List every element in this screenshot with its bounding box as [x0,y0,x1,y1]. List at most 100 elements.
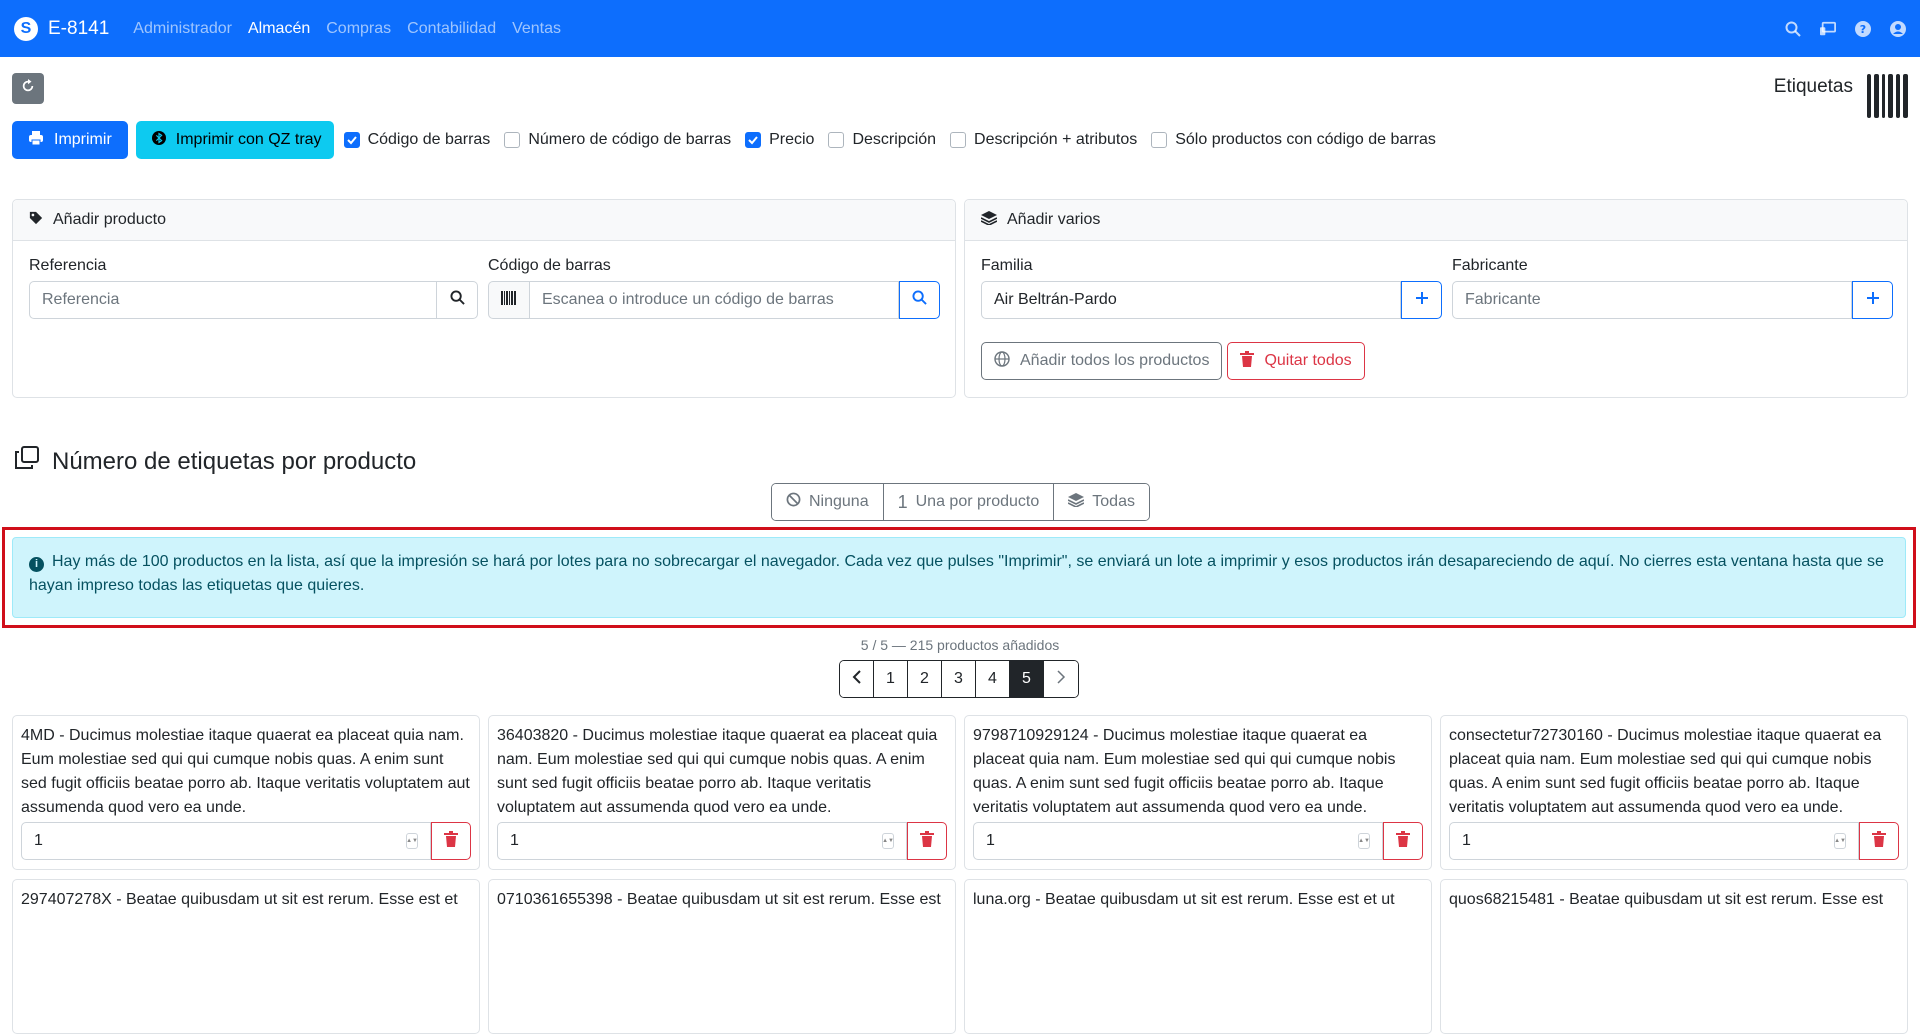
print-button[interactable]: Imprimir [12,121,128,159]
add-family-button[interactable] [1401,281,1442,319]
product-description: 297407278X - Beatae quibusdam ut sit est… [21,891,458,908]
page-5-button[interactable]: 5 [1010,661,1044,697]
ban-icon [786,492,801,512]
labels-all-button[interactable]: Todas [1054,484,1149,520]
printer-icon [28,130,44,151]
nav-item-compras[interactable]: Compras [326,20,391,38]
refresh-button[interactable] [12,73,44,104]
delete-product-button[interactable] [1383,822,1423,860]
product-description: quos68215481 - Beatae quibusdam ut sit e… [1449,891,1884,908]
next-page-button[interactable] [1044,661,1078,697]
highlighted-alert-frame: i Hay más de 100 productos en la lista, a… [2,527,1916,628]
remove-all-button[interactable]: Quitar todos [1227,342,1365,380]
labels-section-title: Número de etiquetas por producto [14,446,416,477]
product-card: consectetur72730160 - Ducimus molestiae … [1440,715,1908,870]
option-barcode[interactable]: Código de barras [343,131,491,149]
nav-item-contabilidad[interactable]: Contabilidad [407,20,496,38]
labels-all-label: Todas [1092,493,1135,510]
print-options-row: Imprimir Imprimir con QZ tray Código de … [12,121,1440,159]
spinner-icon[interactable]: ▲▼ [1834,833,1846,849]
checkbox-description[interactable] [828,132,845,148]
barcode-label: Código de barras [488,257,611,274]
brand-name: E-8141 [48,17,110,39]
help-icon[interactable]: ? [1855,20,1871,37]
page-header: Etiquetas [1774,74,1908,118]
product-description: 0710361655398 - Beatae quibusdam ut sit … [497,891,941,908]
add-many-title: Añadir varios [1007,211,1101,228]
spinner-icon[interactable]: ▲▼ [882,833,894,849]
option-only-with-barcode[interactable]: Sólo productos con código de barras [1151,131,1436,149]
checkbox-barcode-number[interactable] [504,132,521,148]
page-2-button[interactable]: 2 [908,661,942,697]
pagination: 1 2 3 4 5 [839,660,1079,698]
option-only-with-barcode-label: Sólo productos con código de barras [1175,131,1436,148]
spinner-icon[interactable]: ▲▼ [406,833,418,849]
reference-search-button[interactable] [437,281,478,319]
add-maker-button[interactable] [1852,281,1893,319]
option-barcode-number-label: Número de código de barras [528,131,732,148]
add-all-products-label: Añadir todos los productos [1020,352,1210,369]
search-icon [449,290,465,310]
nav-item-almacen[interactable]: Almacén [248,20,310,38]
checkbox-price[interactable] [745,132,762,148]
product-card: 0710361655398 - Beatae quibusdam ut sit … [488,879,956,1034]
refresh-icon [21,79,35,98]
checkbox-barcode[interactable] [343,132,360,148]
svg-text:?: ? [1860,23,1866,36]
option-price[interactable]: Precio [745,131,814,149]
labels-one-button[interactable]: 1 Una por producto [883,484,1055,520]
product-card: luna.org - Beatae quibusdam ut sit est r… [964,879,1432,1034]
option-barcode-label: Código de barras [367,131,491,148]
product-card: 36403820 - Ducimus molestiae itaque quae… [488,715,956,870]
quantity-input[interactable]: 1 ▲▼ [1449,822,1859,860]
option-description-attributes[interactable]: Descripción + atributos [950,131,1137,149]
page-4-button[interactable]: 4 [976,661,1010,697]
brand-logo-icon: S [14,16,38,41]
search-icon[interactable] [1785,21,1801,37]
one-icon: 1 [897,491,908,512]
checkbox-description-attributes[interactable] [950,132,967,148]
globe-icon [994,350,1010,372]
monitor-icon[interactable] [1820,21,1836,37]
plus-icon [1866,291,1880,310]
add-product-title: Añadir producto [53,211,166,228]
option-description[interactable]: Descripción [828,131,936,149]
qz-print-button[interactable]: Imprimir con QZ tray [135,121,334,159]
quantity-input[interactable]: 1 ▲▼ [497,822,907,860]
barcode-search-button[interactable] [899,281,940,319]
nav-item-ventas[interactable]: Ventas [512,20,561,38]
quantity-value: 1 [1462,832,1471,849]
page-3-button[interactable]: 3 [942,661,976,697]
chevron-right-icon [1056,669,1066,689]
delete-product-button[interactable] [431,822,471,860]
spinner-icon[interactable]: ▲▼ [1358,833,1370,849]
option-barcode-number[interactable]: Número de código de barras [504,131,731,149]
add-all-products-button[interactable]: Añadir todos los productos [981,342,1223,380]
labels-none-button[interactable]: Ninguna [772,484,884,520]
checkbox-only-with-barcode[interactable] [1151,132,1168,148]
family-select[interactable]: Air Beltrán-Pardo [981,281,1401,319]
copy-icon [14,446,40,477]
prev-page-button[interactable] [840,661,874,697]
reference-input[interactable]: Referencia [29,281,437,319]
page-1-button[interactable]: 1 [874,661,908,697]
qz-print-label: Imprimir con QZ tray [175,131,322,148]
option-price-label: Precio [769,131,815,148]
barcode-input[interactable]: Escanea o introduce un código de barras [529,281,899,319]
remove-all-label: Quitar todos [1264,352,1352,369]
product-card: 4MD - Ducimus molestiae itaque quaerat e… [12,715,480,870]
product-description: 4MD - Ducimus molestiae itaque quaerat e… [21,727,470,816]
quantity-input[interactable]: 1 ▲▼ [973,822,1383,860]
user-icon[interactable] [1890,20,1906,37]
trash-icon [1240,350,1255,372]
barcode-icon [501,290,517,310]
quantity-input[interactable]: 1 ▲▼ [21,822,431,860]
brand[interactable]: S E-8141 [14,16,110,41]
product-card: 297407278X - Beatae quibusdam ut sit est… [12,879,480,1034]
maker-select[interactable]: Fabricante [1452,281,1852,319]
nav-item-administrador[interactable]: Administrador [133,20,232,38]
delete-product-button[interactable] [1859,822,1899,860]
top-navbar: S E-8141 Administrador Almacén Compras C… [0,0,1920,57]
trash-icon [1872,830,1886,852]
delete-product-button[interactable] [907,822,947,860]
